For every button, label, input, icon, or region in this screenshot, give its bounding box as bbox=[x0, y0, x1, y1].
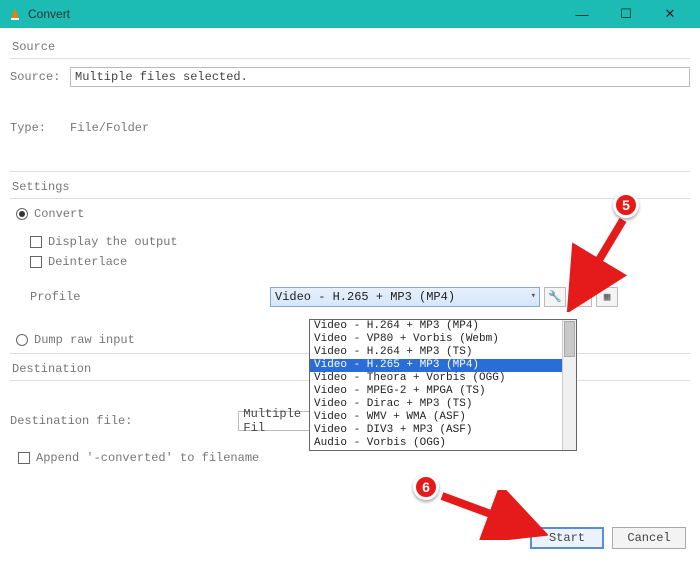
minimize-button[interactable]: — bbox=[560, 0, 604, 28]
profile-option[interactable]: Video - Theora + Vorbis (OGG) bbox=[310, 372, 576, 385]
dropdown-scrollbar[interactable] bbox=[562, 320, 576, 450]
wrench-icon: 🔧 bbox=[548, 290, 562, 304]
maximize-button[interactable]: ☐ bbox=[604, 0, 648, 28]
vlc-icon bbox=[8, 7, 22, 21]
titlebar: Convert — ☐ ✕ bbox=[0, 0, 700, 28]
profile-option[interactable]: Video - WMV + WMA (ASF) bbox=[310, 411, 576, 424]
deinterlace-label: Deinterlace bbox=[48, 255, 127, 269]
destination-file-value: Multiple Fil bbox=[243, 407, 313, 435]
delete-icon: ✕ bbox=[578, 290, 585, 304]
display-output-label: Display the output bbox=[48, 235, 178, 249]
window-controls: — ☐ ✕ bbox=[560, 0, 692, 28]
divider bbox=[10, 58, 690, 59]
convert-radio-label: Convert bbox=[34, 207, 84, 221]
start-button[interactable]: Start bbox=[530, 527, 604, 549]
append-converted-checkbox[interactable] bbox=[18, 452, 30, 464]
annotation-callout-6: 6 bbox=[413, 474, 439, 500]
dump-raw-radio[interactable] bbox=[16, 334, 28, 346]
profile-option[interactable]: Audio - Vorbis (OGG) bbox=[310, 437, 576, 450]
display-output-checkbox[interactable] bbox=[30, 236, 42, 248]
destination-file-label: Destination file: bbox=[10, 414, 132, 428]
chevron-down-icon: ▾ bbox=[531, 291, 536, 301]
profile-option[interactable]: Video - Dirac + MP3 (TS) bbox=[310, 398, 576, 411]
source-label: Source: bbox=[10, 70, 70, 84]
profile-option[interactable]: Video - H.264 + MP3 (MP4) bbox=[310, 320, 576, 333]
edit-profile-button[interactable]: 🔧 bbox=[544, 287, 566, 307]
type-label: Type: bbox=[10, 121, 70, 135]
footer-buttons: Start Cancel bbox=[530, 527, 686, 549]
profile-option[interactable]: Video - H.264 + MP3 (TS) bbox=[310, 346, 576, 359]
source-field[interactable]: Multiple files selected. bbox=[70, 67, 690, 87]
annotation-callout-5: 5 bbox=[613, 192, 639, 218]
scrollbar-thumb[interactable] bbox=[564, 321, 575, 357]
profile-dropdown-list[interactable]: Video - H.264 + MP3 (MP4)Video - VP80 + … bbox=[309, 319, 577, 451]
settings-section-label: Settings bbox=[12, 180, 690, 194]
profile-option[interactable]: Video - VP80 + Vorbis (Webm) bbox=[310, 333, 576, 346]
profile-combobox[interactable]: Video - H.265 + MP3 (MP4) ▾ bbox=[270, 287, 540, 307]
new-icon: ▦ bbox=[604, 290, 611, 304]
close-button[interactable]: ✕ bbox=[648, 0, 692, 28]
new-profile-button[interactable]: ▦ bbox=[596, 287, 618, 307]
source-section-label: Source bbox=[12, 40, 690, 54]
profile-option[interactable]: Video - MPEG-2 + MPGA (TS) bbox=[310, 385, 576, 398]
convert-radio[interactable] bbox=[16, 208, 28, 220]
deinterlace-checkbox[interactable] bbox=[30, 256, 42, 268]
cancel-button[interactable]: Cancel bbox=[612, 527, 686, 549]
append-converted-label: Append '-converted' to filename bbox=[36, 451, 259, 465]
divider bbox=[10, 171, 690, 172]
dump-raw-label: Dump raw input bbox=[34, 333, 135, 347]
divider bbox=[10, 198, 690, 199]
destination-file-field[interactable]: Multiple Fil bbox=[238, 411, 318, 431]
type-value: File/Folder bbox=[70, 121, 149, 135]
profile-option[interactable]: Video - DIV3 + MP3 (ASF) bbox=[310, 424, 576, 437]
source-value: Multiple files selected. bbox=[75, 70, 248, 84]
window-title: Convert bbox=[28, 7, 560, 21]
profile-label: Profile bbox=[30, 290, 270, 304]
profile-selected-value: Video - H.265 + MP3 (MP4) bbox=[275, 290, 455, 304]
profile-option[interactable]: Video - H.265 + MP3 (MP4) bbox=[310, 359, 576, 372]
delete-profile-button[interactable]: ✕ bbox=[570, 287, 592, 307]
